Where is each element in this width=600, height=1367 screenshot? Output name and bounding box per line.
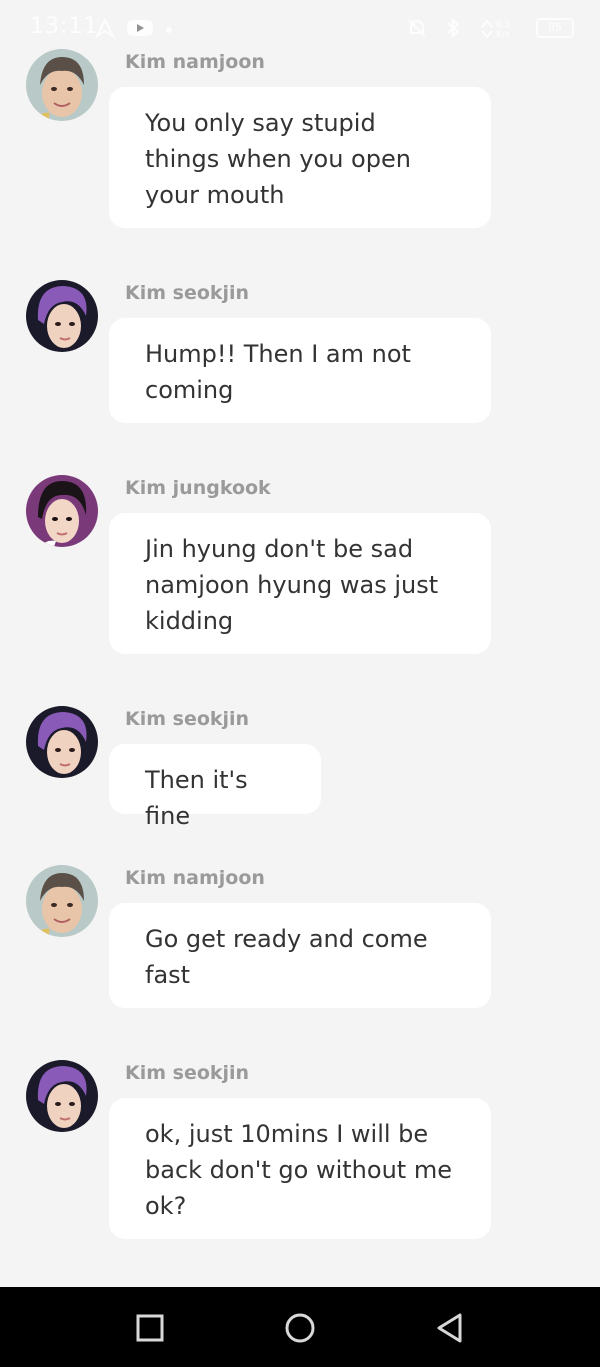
sender-name: Kim seokjin [125,282,250,304]
alarm-icon [408,19,426,37]
seokjin-avatar[interactable] [26,706,98,778]
seokjin-avatar[interactable] [26,280,98,352]
sender-name: Kim seokjin [125,1062,250,1084]
navigation-icon [94,17,116,39]
youtube-icon [127,20,153,36]
status-right-icons: 6.5 K/s 85 [406,17,574,39]
namjoon-avatar[interactable] [26,865,98,937]
status-bar: 13:11 6.5 K/s 85 [0,0,600,60]
message-bubble[interactable]: Go get ready and come fast [109,903,491,1008]
sender-name: Kim namjoon [125,51,265,73]
sender-name: Kim namjoon [125,867,265,889]
namjoon-avatar[interactable] [26,49,98,121]
sender-name: Kim jungkook [125,477,271,499]
jungkook-avatar[interactable] [26,475,98,547]
svg-text:6.5: 6.5 [496,20,510,30]
message-bubble[interactable]: Hump!! Then I am not coming [109,318,491,423]
message-bubble[interactable]: Then it's fine [109,744,321,830]
message-text: You only say stupid things when you open… [145,109,411,209]
dot-icon [166,27,172,33]
message-bubble[interactable]: ok, just 10mins I will be back don't go … [109,1098,491,1239]
svg-text:K/s: K/s [496,30,510,39]
status-time: 13:11 [30,14,99,39]
message-text: Jin hyung don't be sad namjoon hyung was… [145,535,439,635]
message-text: Hump!! Then I am not coming [145,340,411,404]
battery-icon: 85 [536,18,574,38]
network-speed-icon: 6.5K/s [481,19,510,39]
message-text: Go get ready and come fast [145,925,428,989]
message-bubble[interactable]: Jin hyung don't be sad namjoon hyung was… [109,513,491,654]
message-text: ok, just 10mins I will be back don't go … [145,1120,452,1220]
recent-apps-icon[interactable] [133,1311,167,1345]
bluetooth-icon [447,17,460,39]
sender-name: Kim seokjin [125,708,250,730]
seokjin-avatar[interactable] [26,1060,98,1132]
navigation-bar [0,1287,600,1367]
message-bubble[interactable]: You only say stupid things when you open… [109,87,491,228]
home-icon[interactable] [283,1311,317,1345]
message-text: Then it's fine [145,766,248,830]
status-left-icons [94,17,174,39]
back-icon[interactable] [433,1311,467,1345]
